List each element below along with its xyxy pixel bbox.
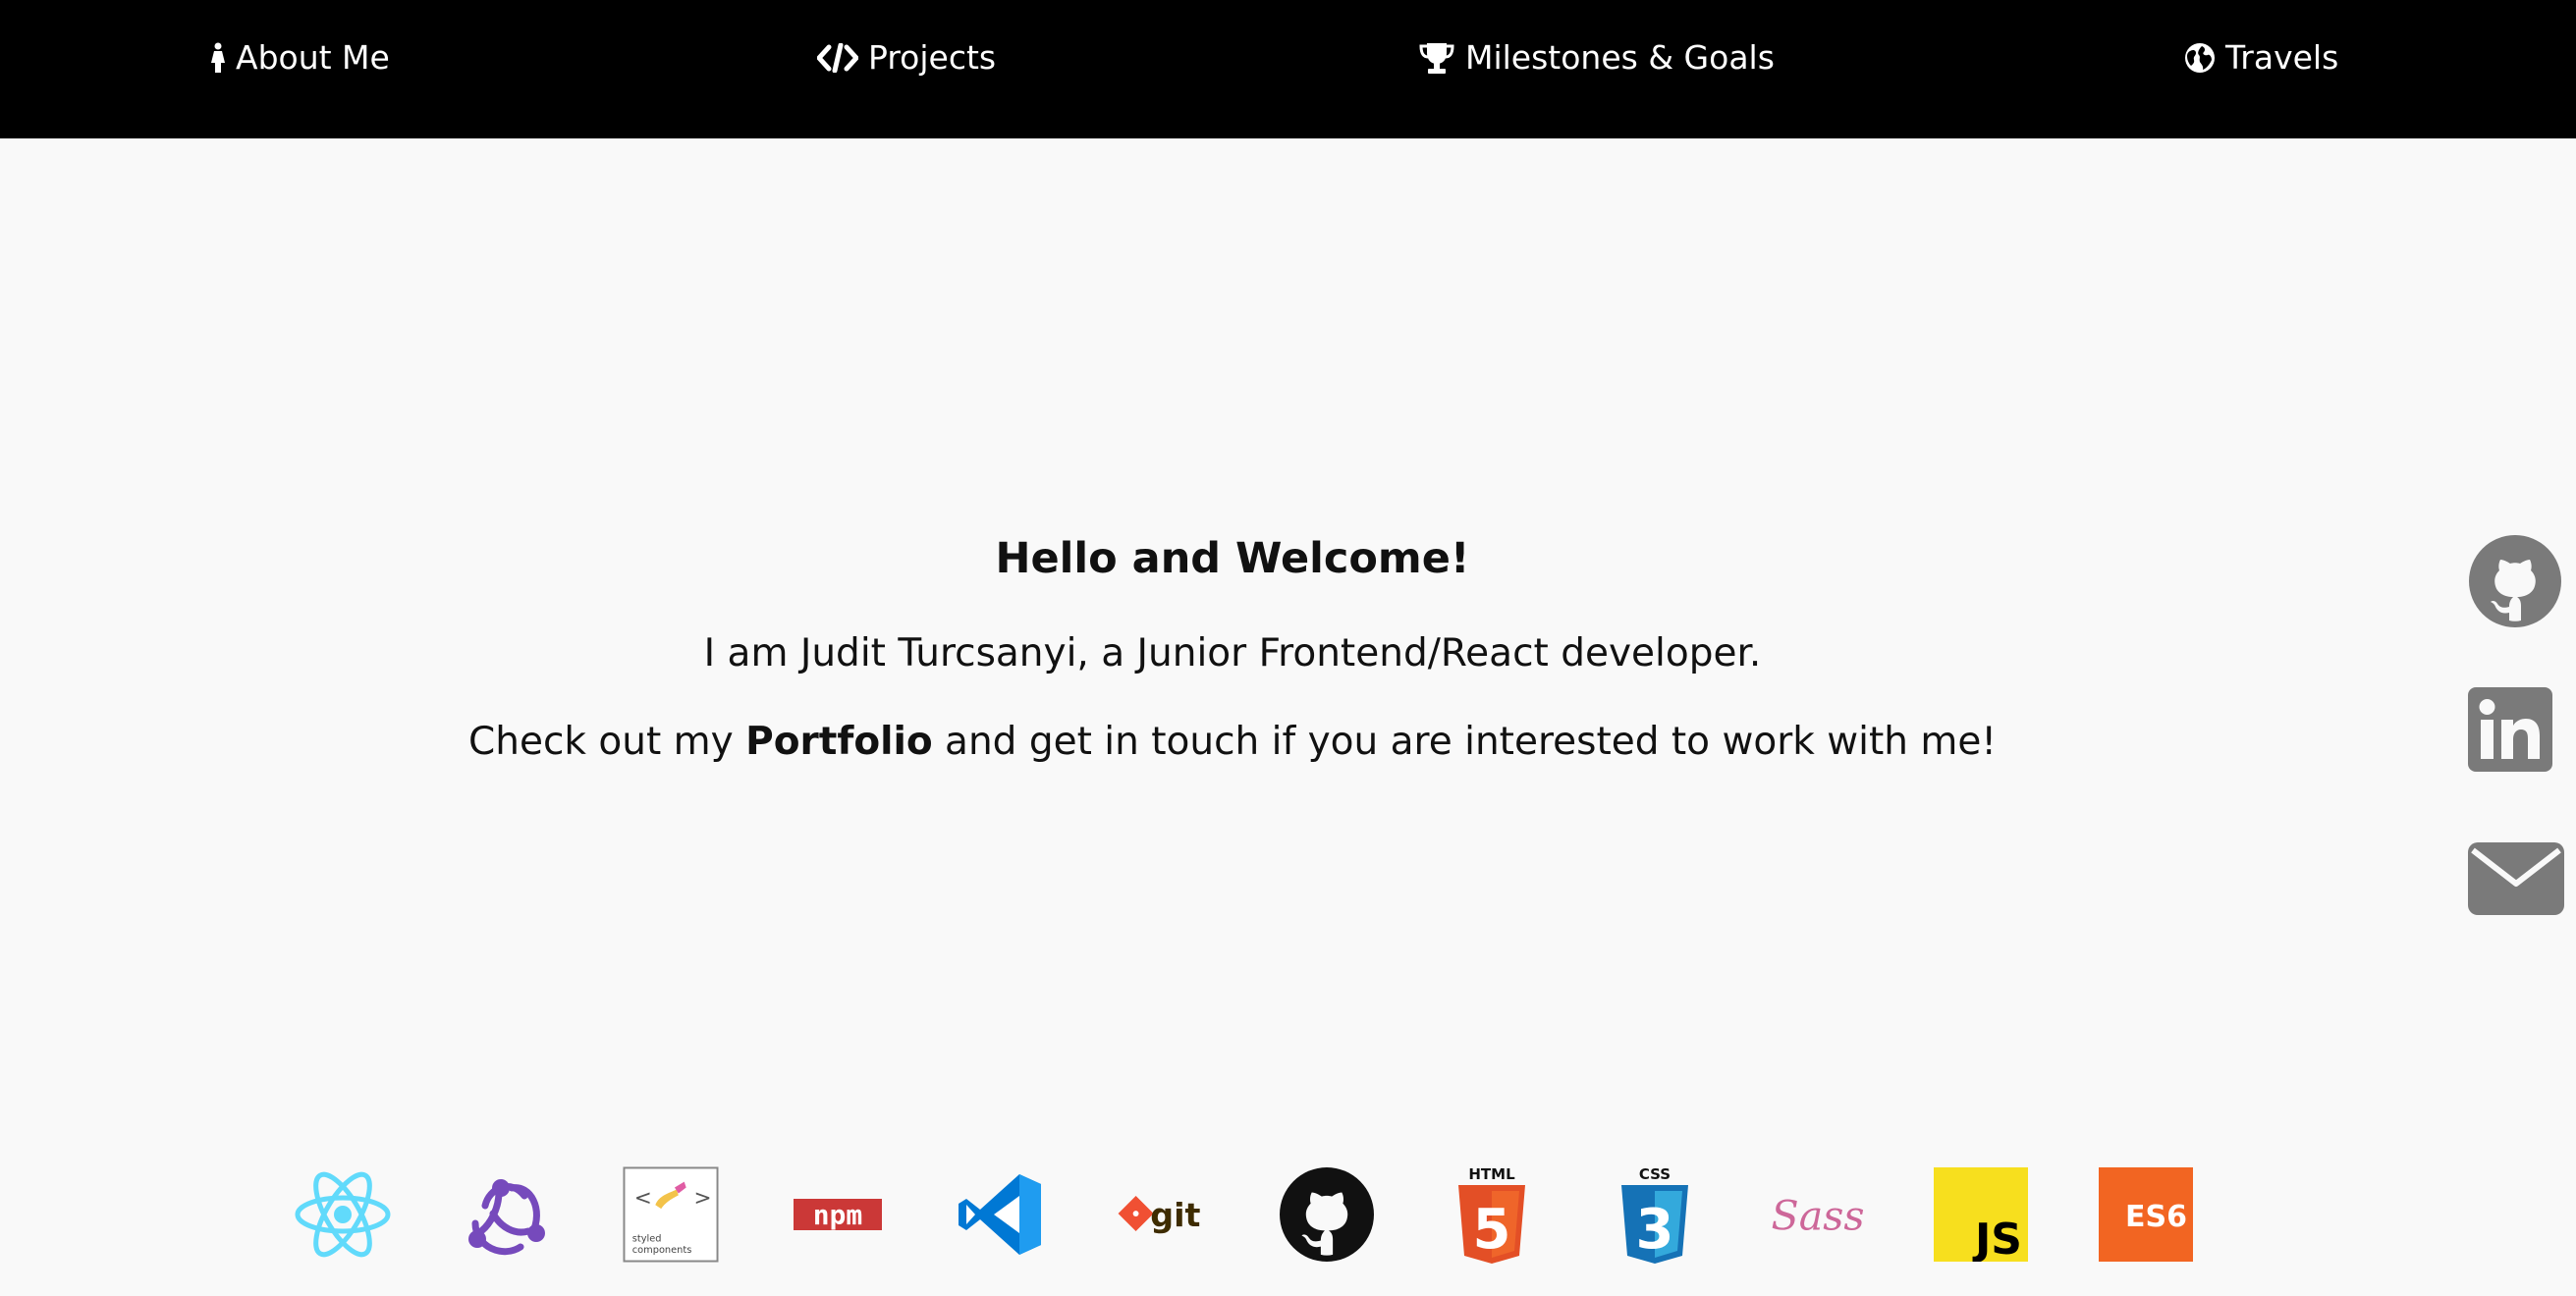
github-social-link[interactable]	[2468, 534, 2562, 628]
top-nav: About Me Projects Milestones & Goals Tra…	[0, 0, 2576, 138]
nav-projects-label: Projects	[868, 38, 997, 77]
nav-milestones-goals-label: Milestones & Goals	[1465, 38, 1775, 77]
globe-icon	[2184, 42, 2216, 74]
css-number: 3	[1636, 1198, 1674, 1262]
html5-logo-icon: HTML 5	[1444, 1165, 1540, 1264]
svg-text:>: >	[694, 1186, 712, 1211]
styled-components-line2: components	[632, 1245, 692, 1256]
css-text: CSS	[1639, 1165, 1671, 1183]
nav-about-me[interactable]: About Me	[210, 0, 390, 115]
hero-intro: I am Judit Turcsanyi, a Junior Frontend/…	[703, 631, 1762, 675]
hero-section: Hello and Welcome! I am Judit Turcsanyi,…	[0, 138, 2465, 1120]
styled-components-line1: styled	[632, 1233, 662, 1244]
nav-about-me-label: About Me	[236, 38, 390, 77]
code-icon	[817, 42, 858, 73]
portfolio-link[interactable]: Portfolio	[745, 720, 933, 764]
trophy-icon	[1418, 41, 1455, 75]
react-logo-icon	[295, 1166, 391, 1263]
email-icon	[2468, 842, 2564, 915]
cta-text-before: Check out my	[468, 720, 746, 764]
hero-cta: Check out my Portfolio and get in touch …	[0, 720, 2465, 764]
sass-text: Sass	[1772, 1193, 1865, 1240]
es6-logo-icon: ES6	[2098, 1166, 2194, 1263]
cta-text-after: and get in touch if you are interested t…	[932, 720, 1997, 764]
linkedin-social-link[interactable]	[2468, 687, 2562, 782]
npm-logo-icon: npm	[790, 1166, 886, 1263]
linkedin-icon	[2468, 687, 2562, 772]
html-number: 5	[1473, 1198, 1511, 1262]
nav-milestones-goals[interactable]: Milestones & Goals	[1418, 0, 1775, 115]
html-text: HTML	[1468, 1165, 1515, 1183]
git-logo-icon: git	[1116, 1166, 1212, 1263]
redux-logo-icon	[458, 1166, 554, 1263]
nav-travels[interactable]: Travels	[2184, 0, 2338, 115]
css3-logo-icon: CSS 3	[1607, 1165, 1703, 1264]
github-icon	[2468, 534, 2562, 628]
hero-title: Hello and Welcome!	[995, 534, 1470, 583]
npm-text: npm	[813, 1199, 863, 1231]
svg-text:<: <	[634, 1186, 652, 1211]
female-person-icon	[210, 42, 226, 74]
git-text: git	[1150, 1196, 1200, 1234]
email-social-link[interactable]	[2468, 842, 2564, 937]
nav-projects[interactable]: Projects	[817, 0, 996, 115]
javascript-logo-icon: JS	[1933, 1166, 2029, 1263]
js-text: JS	[1972, 1215, 2022, 1262]
styled-components-logo-icon: < > styled components	[623, 1166, 719, 1263]
github-logo-icon	[1279, 1166, 1375, 1263]
vscode-logo-icon	[953, 1166, 1049, 1263]
nav-travels-label: Travels	[2225, 38, 2339, 77]
es6-text: ES6	[2125, 1200, 2187, 1234]
sass-logo-icon: Sass	[1770, 1166, 1866, 1263]
